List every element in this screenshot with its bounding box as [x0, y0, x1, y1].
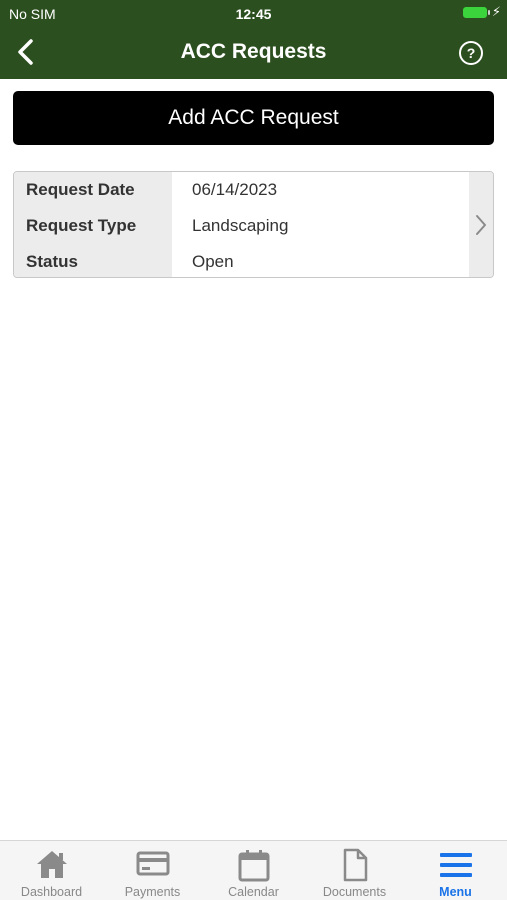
header: No SIM 12:45 ⚡ ACC Requests ? — [0, 0, 507, 79]
battery-cap-icon — [488, 10, 490, 15]
tab-payments[interactable]: Payments — [102, 841, 203, 900]
status-bar: No SIM 12:45 ⚡ — [0, 0, 507, 26]
tab-dashboard-label: Dashboard — [20, 885, 83, 899]
add-acc-request-button[interactable]: Add ACC Request — [13, 91, 494, 145]
request-type-value: Landscaping — [192, 216, 289, 235]
chevron-right-icon — [476, 214, 486, 235]
request-type-label: Request Type — [26, 216, 137, 235]
request-date-value: 06/14/2023 — [192, 180, 278, 199]
tab-menu[interactable]: Menu — [405, 841, 506, 900]
status-label: Status — [26, 252, 78, 271]
card-chevron — [469, 172, 493, 277]
tab-documents-label: Documents — [322, 885, 387, 899]
tab-calendar[interactable]: Calendar — [203, 841, 304, 900]
request-date-label: Request Date — [26, 180, 135, 199]
question-circle-icon: ? — [466, 45, 476, 61]
charging-bolt-icon: ⚡ — [491, 4, 501, 19]
page-title: ACC Requests — [180, 40, 327, 63]
document-icon — [343, 848, 367, 882]
hamburger-menu-icon — [439, 853, 472, 877]
nav-bar: ACC Requests ? — [0, 26, 507, 79]
screen: No SIM 12:45 ⚡ ACC Requests ? Add ACC Re… — [0, 0, 507, 900]
home-icon — [36, 851, 67, 878]
tab-menu-label: Menu — [439, 885, 472, 899]
battery-icon — [463, 7, 487, 18]
status-time: 12:45 — [235, 6, 272, 22]
status-value: Open — [192, 252, 234, 271]
request-card[interactable]: Request Date 06/14/2023 Request Type Lan… — [13, 171, 494, 278]
help-button[interactable]: ? — [459, 41, 483, 65]
tab-dashboard[interactable]: Dashboard — [1, 841, 102, 900]
credit-card-icon — [136, 851, 169, 876]
tab-bar: Dashboard Payments Calendar Documents Me… — [0, 840, 507, 900]
calendar-icon — [238, 850, 269, 882]
tab-calendar-label: Calendar — [228, 885, 279, 899]
tab-documents[interactable]: Documents — [304, 841, 405, 900]
tab-payments-label: Payments — [124, 885, 181, 899]
